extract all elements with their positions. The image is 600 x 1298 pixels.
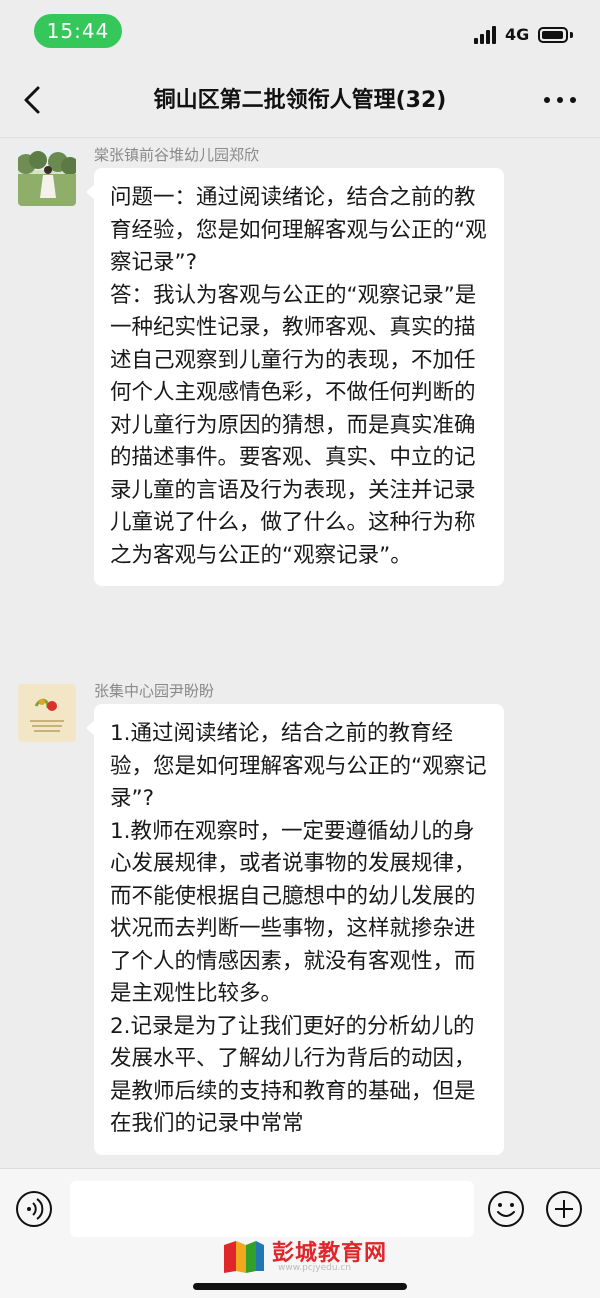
chevron-left-icon (24, 86, 40, 114)
message-text: 1.教师在观察时，一定要遵循幼儿的身心发展规律，或者说事物的发展规律，而不能使根… (110, 818, 476, 1007)
message-bubble[interactable]: 问题一：通过阅读绪论，结合之前的教育经验，您是如何理解客观与公正的“观察记录”?… (86, 168, 504, 586)
network-type: 4G (505, 25, 530, 44)
back-button[interactable] (14, 80, 54, 120)
avatar-logo-icon (18, 684, 76, 742)
emoji-button[interactable] (486, 1189, 526, 1229)
message-list[interactable]: 棠张镇前谷堆幼儿园郑欣 问题一：通过阅读绪论，结合之前的教育经验，您是如何理解客… (0, 138, 600, 1168)
emoji-icon (488, 1191, 524, 1227)
message-text: 问题一：通过阅读绪论，结合之前的教育经验，您是如何理解客观与公正的“观察记录”? (110, 185, 487, 275)
sender-name: 棠张镇前谷堆幼儿园郑欣 (94, 146, 260, 164)
avatar[interactable] (18, 684, 76, 742)
message-bubble[interactable]: 1.通过阅读绪论，结合之前的教育经验，您是如何理解客观与公正的“观察记录”? 1… (86, 704, 504, 1155)
battery-cap (570, 32, 573, 38)
sender-name: 张集中心园尹盼盼 (94, 682, 215, 700)
status-bar: 15:44 4G (0, 0, 600, 62)
message-text: 1.通过阅读绪论，结合之前的教育经验，您是如何理解客观与公正的“观察记录”? (110, 721, 487, 811)
plus-icon (546, 1191, 582, 1227)
message-input[interactable] (70, 1181, 474, 1237)
input-bar: 彭城教育网 www.pcjyedu.cn (0, 1168, 600, 1298)
voice-button[interactable] (14, 1189, 54, 1229)
battery-icon (538, 27, 568, 43)
nav-bar: 铜山区第二批领衔人管理(32) (0, 62, 600, 138)
plus-button[interactable] (544, 1189, 584, 1229)
more-button[interactable] (540, 88, 580, 112)
voice-icon (16, 1191, 52, 1227)
chat-title: 铜山区第二批领衔人管理(32) (153, 88, 447, 113)
book-logo-icon (224, 1241, 264, 1273)
more-dot (557, 97, 563, 103)
message-text: 2.记录是为了让我们更好的分析幼儿的发展水平、了解幼儿行为背后的动因，是教师后续… (110, 1013, 476, 1137)
more-dot (570, 97, 576, 103)
signal-icon (474, 26, 498, 44)
avatar[interactable] (18, 148, 76, 206)
message-text: 答：我认为客观与公正的“观察记录”是一种纪实性记录，教师客观、真实的描述自己观察… (110, 282, 477, 568)
avatar-photo-icon (18, 148, 76, 206)
chat-screen: 15:44 4G 铜山区第二批领衔人管理(32) 棠张镇前谷堆幼儿园郑欣 问题一… (0, 0, 600, 1298)
watermark: 彭城教育网 www.pcjyedu.cn (222, 1235, 422, 1275)
home-indicator[interactable] (193, 1283, 407, 1290)
watermark-url: www.pcjyedu.cn (278, 1263, 352, 1273)
more-dot (544, 97, 550, 103)
status-time: 15:44 (34, 14, 122, 48)
